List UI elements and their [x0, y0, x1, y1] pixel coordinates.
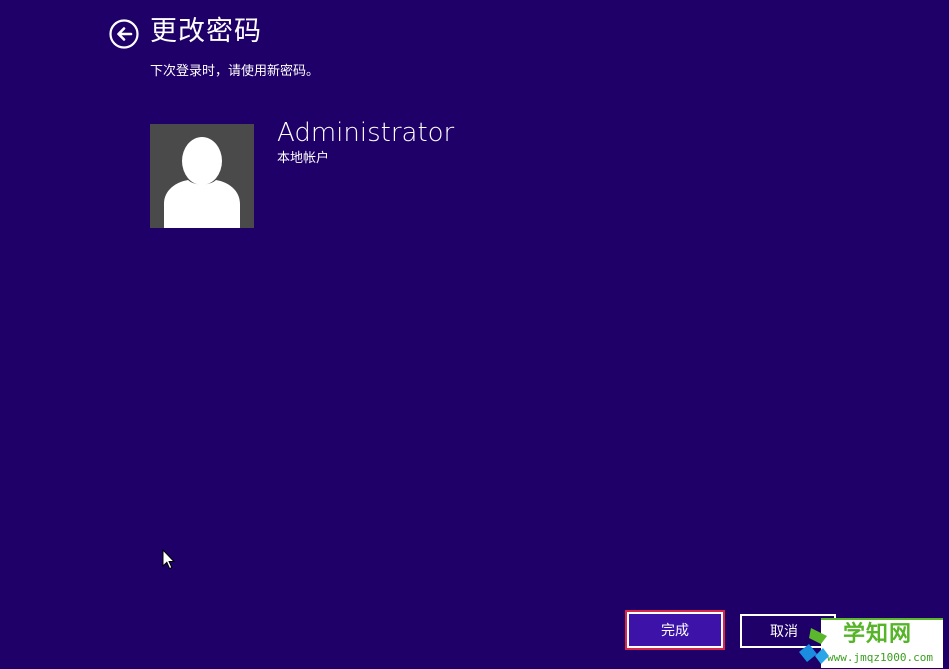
back-arrow-circle-icon: [109, 19, 139, 49]
page-subtitle: 下次登录时，请使用新密码。: [150, 64, 320, 79]
mouse-pointer-icon: [162, 548, 176, 570]
back-button[interactable]: [109, 19, 139, 49]
avatar: [150, 124, 254, 228]
account-type: 本地帐户: [277, 151, 330, 166]
watermark-title: 学知网: [843, 622, 913, 647]
watermark-box: 学知网 www.jmqz1000.com: [821, 618, 943, 668]
page-title: 更改密码: [150, 16, 262, 47]
user-silhouette-icon: [164, 137, 240, 228]
watermark-url: www.jmqz1000.com: [827, 651, 933, 664]
account-name: Administrator: [277, 118, 455, 148]
watermark: 学知网 www.jmqz1000.com: [797, 614, 949, 669]
watermark-logo-icon: [799, 628, 829, 664]
mouse-pointer: [162, 548, 176, 571]
done-button[interactable]: 完成: [625, 610, 725, 650]
